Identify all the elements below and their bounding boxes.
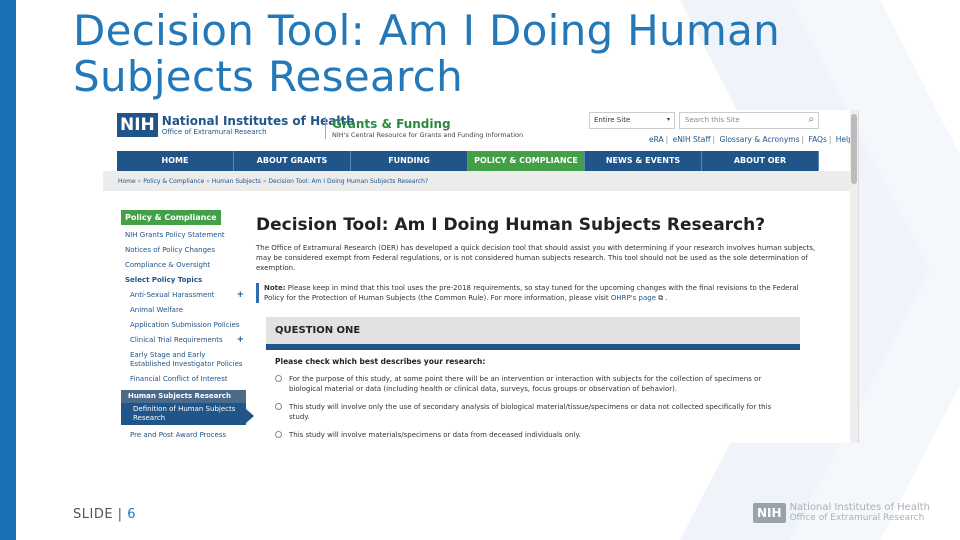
sidebar-topic-human-subjects[interactable]: Human Subjects Research xyxy=(121,390,246,403)
grants-funding-logo[interactable]: Grants & Funding NIH's Central Resource … xyxy=(325,117,523,139)
search-placeholder: Search this Site xyxy=(685,116,740,124)
nih-logo[interactable]: NIH National Institutes of Health Office… xyxy=(117,113,355,137)
plus-icon[interactable]: + xyxy=(236,291,244,300)
footer-nih-logo: NIH National Institutes of Health Office… xyxy=(753,503,930,523)
link-glossary[interactable]: Glossary & Acronyms xyxy=(719,135,799,144)
option-label: For the purpose of this study, at some p… xyxy=(289,375,762,393)
section-subtitle: NIH's Central Resource for Grants and Fu… xyxy=(332,131,524,139)
scrollbar-thumb[interactable] xyxy=(851,114,857,184)
sidebar-topic-clinical[interactable]: Clinical Trial Requirements + xyxy=(130,336,246,345)
scrollbar[interactable] xyxy=(850,110,858,443)
main-nav: HOME ABOUT GRANTS FUNDING POLICY & COMPL… xyxy=(117,151,819,171)
nav-about-oer[interactable]: ABOUT OER xyxy=(702,151,819,171)
nav-home[interactable]: HOME xyxy=(117,151,234,171)
option-label: This study will involve only the use of … xyxy=(289,403,772,421)
question-prompt: Please check which best describes your r… xyxy=(275,357,486,366)
sidebar-topic-early-stage[interactable]: Early Stage and Early Established Invest… xyxy=(130,351,246,369)
footer-logo-badge: NIH xyxy=(753,503,786,523)
nav-funding[interactable]: FUNDING xyxy=(351,151,468,171)
intro-text: The Office of Extramural Research (OER) … xyxy=(256,244,816,272)
nav-about-grants[interactable]: ABOUT GRANTS xyxy=(234,151,351,171)
question-option[interactable]: This study will involve materials/specim… xyxy=(275,430,791,440)
breadcrumb-bar: Home » Policy & Compliance » Human Subje… xyxy=(103,171,851,191)
site-scope-value: Entire Site xyxy=(594,116,631,124)
breadcrumb-policy[interactable]: Policy & Compliance xyxy=(143,178,204,185)
plus-icon[interactable]: + xyxy=(236,336,244,345)
note-label: Note: xyxy=(264,284,286,292)
breadcrumb-home[interactable]: Home xyxy=(118,178,136,185)
nih-logo-badge: NIH xyxy=(117,113,158,137)
topic-label: Clinical Trial Requirements xyxy=(130,336,223,344)
sidebar: Policy & Compliance NIH Grants Policy St… xyxy=(121,210,254,440)
sidebar-topic-animal[interactable]: Animal Welfare xyxy=(130,306,246,315)
sidebar-item-compliance[interactable]: Compliance & Oversight xyxy=(125,261,246,270)
topic-label: Anti-Sexual Harassment xyxy=(130,291,215,299)
slide-label: SLIDE | xyxy=(73,507,128,522)
slide-title: Decision Tool: Am I Doing Human Subjects… xyxy=(73,8,780,100)
slide-title-line2: Subjects Research xyxy=(73,52,463,101)
slide-number: 6 xyxy=(127,507,136,522)
link-faqs[interactable]: FAQs xyxy=(808,135,826,144)
page-heading: Decision Tool: Am I Doing Human Subjects… xyxy=(256,215,766,235)
website-screenshot: NIH National Institutes of Health Office… xyxy=(103,110,859,443)
footer-logo-line1: National Institutes of Health xyxy=(789,502,930,513)
radio-button[interactable] xyxy=(275,431,282,438)
question-title: QUESTION ONE xyxy=(266,317,800,350)
sidebar-item-notices[interactable]: Notices of Policy Changes xyxy=(125,246,246,255)
nav-policy-compliance[interactable]: POLICY & COMPLIANCE xyxy=(468,151,585,171)
question-option[interactable]: For the purpose of this study, at some p… xyxy=(275,374,791,394)
site-scope-select[interactable]: Entire Site ▾ xyxy=(589,112,675,129)
breadcrumb-current: Decision Tool: Am I Doing Human Subjects… xyxy=(268,178,429,185)
slide-title-line1: Decision Tool: Am I Doing Human xyxy=(73,6,781,55)
breadcrumb-human-subjects[interactable]: Human Subjects xyxy=(212,178,261,185)
footer-logo-line2: Office of Extramural Research xyxy=(789,513,925,523)
note-body: Please keep in mind that this tool uses … xyxy=(264,284,799,302)
radio-button[interactable] xyxy=(275,375,282,382)
section-title: Grants & Funding xyxy=(332,117,451,131)
sidebar-topic-harassment[interactable]: Anti-Sexual Harassment + xyxy=(130,291,246,300)
accent-bar xyxy=(0,0,16,540)
site-header: NIH National Institutes of Health Office… xyxy=(103,110,853,150)
site-search-input[interactable]: Search this Site ⌕ xyxy=(679,112,819,129)
sidebar-heading[interactable]: Policy & Compliance xyxy=(121,210,221,225)
main-content: Decision Tool: Am I Doing Human Subjects… xyxy=(256,210,816,303)
nav-news-events[interactable]: NEWS & EVENTS xyxy=(585,151,702,171)
question-option[interactable]: This study will involve only the use of … xyxy=(275,402,791,422)
utility-links: eRA | eNIH Staff | Glossary & Acronyms | FA… xyxy=(649,135,853,144)
question-card: QUESTION ONE Please check which best des… xyxy=(266,317,800,443)
note-text: Note: Please keep in mind that this tool… xyxy=(256,283,816,303)
caret-down-icon: ▾ xyxy=(666,116,670,123)
sidebar-current-page[interactable]: Definition of Human Subjects Research xyxy=(121,403,254,425)
radio-button[interactable] xyxy=(275,403,282,410)
slide: Decision Tool: Am I Doing Human Subjects… xyxy=(0,0,960,540)
sidebar-topics-heading: Select Policy Topics xyxy=(125,276,203,284)
slide-footer: SLIDE | 6 xyxy=(73,507,136,522)
sidebar-topic-fcoi[interactable]: Financial Conflict of Interest xyxy=(130,375,246,384)
breadcrumb: Home » Policy & Compliance » Human Subje… xyxy=(118,178,428,185)
link-enih-staff[interactable]: eNIH Staff xyxy=(673,135,711,144)
sidebar-item-grants-policy[interactable]: NIH Grants Policy Statement xyxy=(125,231,246,240)
ohrp-link[interactable]: OHRP's page xyxy=(611,294,656,302)
note-end: . xyxy=(663,294,668,302)
sidebar-topic-cut[interactable]: Pre and Post Award Process xyxy=(130,431,246,440)
option-label: This study will involve materials/specim… xyxy=(289,431,581,439)
link-era[interactable]: eRA xyxy=(649,135,664,144)
sidebar-topic-application[interactable]: Application Submission Policies xyxy=(130,321,246,330)
search-icon[interactable]: ⌕ xyxy=(808,114,814,125)
